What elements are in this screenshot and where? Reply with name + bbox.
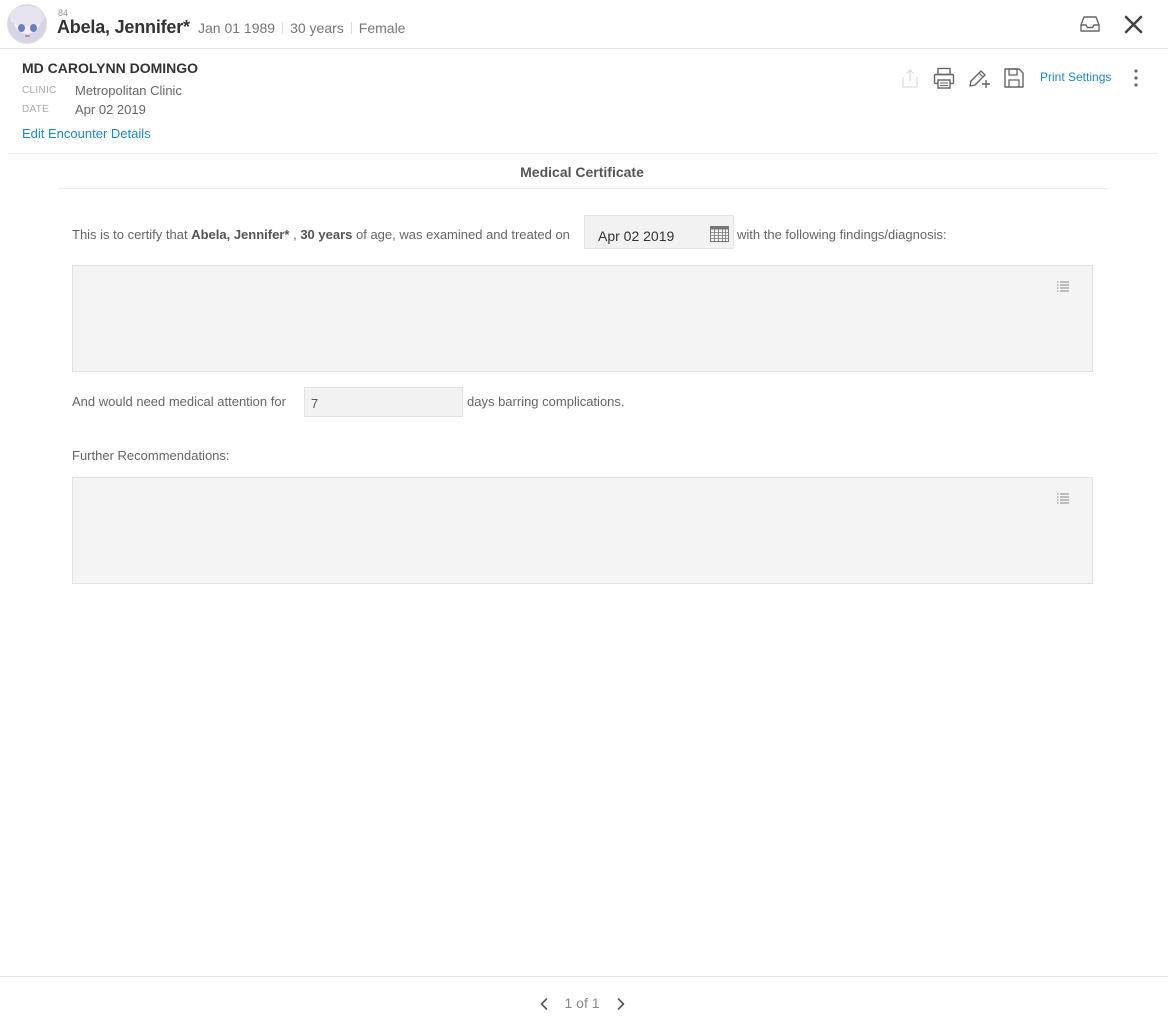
edit-add-icon[interactable] [967, 66, 991, 90]
patient-age: 30 years [290, 20, 344, 36]
document-title: Medical Certificate [520, 164, 644, 180]
recommendations-label: Further Recommendations: [72, 448, 230, 463]
list-icon[interactable] [1057, 493, 1069, 504]
edit-encounter-link[interactable]: Edit Encounter Details [22, 126, 151, 141]
attention-suffix: days barring complications. [467, 394, 625, 409]
certify-tail: with the following findings/diagnosis: [737, 227, 947, 242]
print-settings-link[interactable]: Print Settings [1040, 70, 1111, 84]
certify-patient-name: Abela, Jennifer* [191, 227, 290, 242]
certify-separator: , [289, 227, 301, 242]
chevron-right-icon[interactable] [616, 997, 626, 1011]
exam-date-value: Apr 02 2019 [598, 228, 675, 244]
meta-divider [350, 22, 352, 34]
list-icon[interactable] [1057, 281, 1069, 292]
pagination-footer: 1 of 1 [0, 976, 1168, 1022]
patient-meta: Jan 01 1989 30 years Female [198, 20, 405, 36]
patient-avatar[interactable] [7, 4, 47, 44]
meta-divider [282, 22, 284, 34]
title-divider [58, 188, 1108, 189]
exam-date-input[interactable]: Apr 02 2019 [584, 215, 734, 249]
date-label: DATE [22, 104, 50, 115]
print-icon[interactable] [932, 66, 956, 90]
findings-textarea[interactable] [72, 265, 1093, 372]
clinic-label: CLINIC [22, 85, 57, 96]
patient-header: 84 Abela, Jennifer* Jan 01 1989 30 years… [0, 0, 1168, 49]
date-value: Apr 02 2019 [75, 102, 146, 117]
attention-prefix: And would need medical attention for [72, 394, 286, 409]
certify-suffix: of age, was examined and treated on [352, 227, 570, 242]
certify-patient-age: 30 years [300, 227, 353, 242]
patient-dob: Jan 01 1989 [198, 20, 276, 36]
close-icon[interactable] [1123, 14, 1144, 35]
days-value: 7 [311, 396, 319, 411]
save-icon[interactable] [1002, 66, 1026, 90]
recommendations-textarea[interactable] [72, 477, 1093, 584]
doctor-name: MD CAROLYNN DOMINGO [22, 60, 199, 76]
days-input[interactable]: 7 [304, 387, 463, 417]
inbox-icon[interactable] [1079, 15, 1101, 33]
page-indicator: 1 of 1 [564, 995, 600, 1011]
header-divider [8, 153, 1158, 154]
patient-sex: Female [358, 20, 406, 36]
certify-statement: This is to certify that Abela, Jennifer*… [72, 227, 570, 242]
share-icon[interactable] [898, 66, 922, 90]
more-vertical-icon[interactable] [1129, 68, 1143, 88]
clinic-value: Metropolitan Clinic [75, 83, 182, 98]
calendar-icon[interactable] [710, 226, 729, 242]
patient-name: Abela, Jennifer* [57, 17, 190, 37]
certify-prefix: This is to certify that [72, 227, 192, 242]
